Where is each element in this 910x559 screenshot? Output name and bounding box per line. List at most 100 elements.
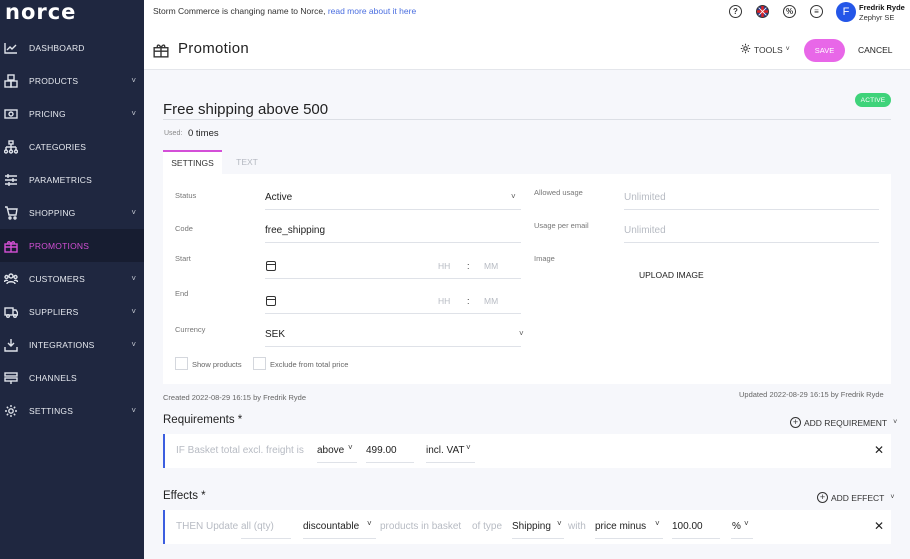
sliders-icon [4,173,18,187]
plus-glyph: + [819,492,826,502]
read-more-link[interactable]: read more about it here [328,6,416,16]
user-name[interactable]: Fredrik Ryde [859,3,905,12]
sidebar-item-promotions[interactable]: PROMOTIONS [0,229,144,262]
sidebar-item-label: PRODUCTS [29,75,79,86]
boxes-icon [4,73,18,88]
code-input[interactable]: free_shipping [265,225,325,236]
sidebar-item-suppliers[interactable]: SUPPLIERS ˅ [0,295,144,328]
created-info: Created 2022-08-29 16:15 by Fredrik Ryde [163,393,306,402]
effect-with-text: with [568,521,586,532]
menu-circle-icon[interactable]: ≡ [810,5,823,18]
gear-icon [740,43,751,56]
sidebar-item-shopping[interactable]: SHOPPING ˅ [0,196,144,229]
tools-label: TOOLS [754,44,783,55]
money-icon [4,107,18,121]
avatar[interactable]: F [836,2,856,22]
chevron-down-icon: ˅ [131,274,136,283]
status-select[interactable]: Active [265,192,292,203]
usage-per-email-input[interactable]: Unlimited [624,225,666,236]
user-org[interactable]: Zephyr SE [859,13,894,22]
help-icon[interactable]: ? [729,5,742,18]
flag-uk-icon[interactable] [756,5,769,18]
tab-text[interactable]: TEXT [222,150,272,174]
calendar-icon[interactable] [266,296,276,306]
allowed-usage-input[interactable]: Unlimited [624,192,666,203]
allowed-usage-label: Allowed usage [534,188,583,197]
chevron-down-icon: ˅ [131,76,136,85]
upload-image-button[interactable]: UPLOAD IMAGE [639,270,704,280]
comparator-select[interactable]: above [317,445,344,456]
sidebar-item-pricing[interactable]: PRICING ˅ [0,97,144,130]
save-button[interactable]: SAVE [804,39,845,62]
chevron-down-icon: ˅ [557,519,562,528]
remove-requirement-button[interactable]: ✕ [874,443,884,457]
show-products-label: Show products [192,360,242,369]
exclude-total-checkbox[interactable] [253,357,266,370]
qty-input[interactable]: all (qty) [241,521,274,532]
chevron-down-icon: ˅ [367,519,372,528]
tools-dropdown[interactable]: TOOLS ˅ [740,43,790,56]
plus-glyph: + [792,417,799,427]
page-title: Promotion [178,40,250,57]
remove-effect-button[interactable]: ✕ [874,519,884,533]
requirement-prefix: IF Basket total excl. freight is [176,445,304,456]
sidebar-nav: DASHBOARD PRODUCTS ˅ PRICING ˅ CATEGORIE… [0,31,144,427]
sidebar-item-customers[interactable]: CUSTOMERS ˅ [0,262,144,295]
qty-underline [241,538,291,539]
percent-icon[interactable]: % [783,5,796,18]
vat-select[interactable]: incl. VAT [426,445,465,456]
add-requirement-button[interactable]: + ADD REQUIREMENT ˅ [790,417,897,428]
amount-underline [366,462,414,463]
cancel-button[interactable]: CANCEL [858,45,892,55]
end-hour-input[interactable]: HH [438,296,450,306]
start-minute-input[interactable]: MM [484,261,498,271]
code-label: Code [175,224,193,233]
time-separator: : [467,261,470,271]
usage-per-email-label: Usage per email [534,221,589,230]
chevron-down-icon: ˅ [511,192,516,201]
gear-icon [4,404,18,418]
promotion-name-input[interactable]: Free shipping above 500 [163,101,328,118]
chevron-down-icon: ˅ [131,109,136,118]
sidebar-item-label: SUPPLIERS [29,306,79,317]
unit-select[interactable]: % [732,521,741,532]
sidebar-item-dashboard[interactable]: DASHBOARD [0,31,144,64]
add-effect-button[interactable]: + ADD EFFECT ˅ [817,492,894,503]
status-label: Status [175,191,197,200]
sidebar-item-parametrics[interactable]: PARAMETRICS [0,163,144,196]
time-separator: : [467,296,470,306]
settings-card: Status Active ˅ Code free_shipping Start… [163,174,891,384]
vat-underline [426,462,475,463]
avatar-initial: F [842,6,850,18]
sidebar-item-integrations[interactable]: INTEGRATIONS ˅ [0,328,144,361]
operation-underline [595,538,663,539]
sidebar-item-label: SHOPPING [29,207,76,218]
calendar-icon[interactable] [266,261,276,271]
help-glyph: ? [733,7,738,16]
page-header: Promotion TOOLS ˅ SAVE CANCEL [144,24,910,70]
type-select[interactable]: Shipping [512,521,551,532]
chevron-down-icon: ˅ [466,443,471,452]
show-products-checkbox[interactable] [175,357,188,370]
start-hour-input[interactable]: HH [438,261,450,271]
gift-icon [4,239,18,253]
currency-underline [265,346,521,347]
sidebar-item-categories[interactable]: CATEGORIES [0,130,144,163]
norce-logo[interactable]: norce [5,2,76,23]
end-minute-input[interactable]: MM [484,296,498,306]
requirement-amount-input[interactable]: 499.00 [366,445,397,456]
notice-text: Storm Commerce is changing name to Norce… [153,6,326,16]
effect-amount-input[interactable]: 100.00 [672,521,703,532]
updated-info: Updated 2022-08-29 16:15 by Fredrik Ryde [739,390,884,399]
effect-mid-text: products in basket [380,521,462,532]
chevron-down-icon: ˅ [744,519,749,528]
currency-select[interactable]: SEK [265,329,285,340]
operation-select[interactable]: price minus [595,521,646,532]
sidebar-item-channels[interactable]: CHANNELS [0,361,144,394]
sidebar-item-products[interactable]: PRODUCTS ˅ [0,64,144,97]
scope-select[interactable]: discountable [303,521,359,532]
sidebar-item-settings[interactable]: SETTINGS ˅ [0,394,144,427]
status-badge: ACTIVE [855,93,891,107]
tab-settings[interactable]: SETTINGS [163,150,222,174]
top-bar: Storm Commerce is changing name to Norce… [144,0,910,24]
